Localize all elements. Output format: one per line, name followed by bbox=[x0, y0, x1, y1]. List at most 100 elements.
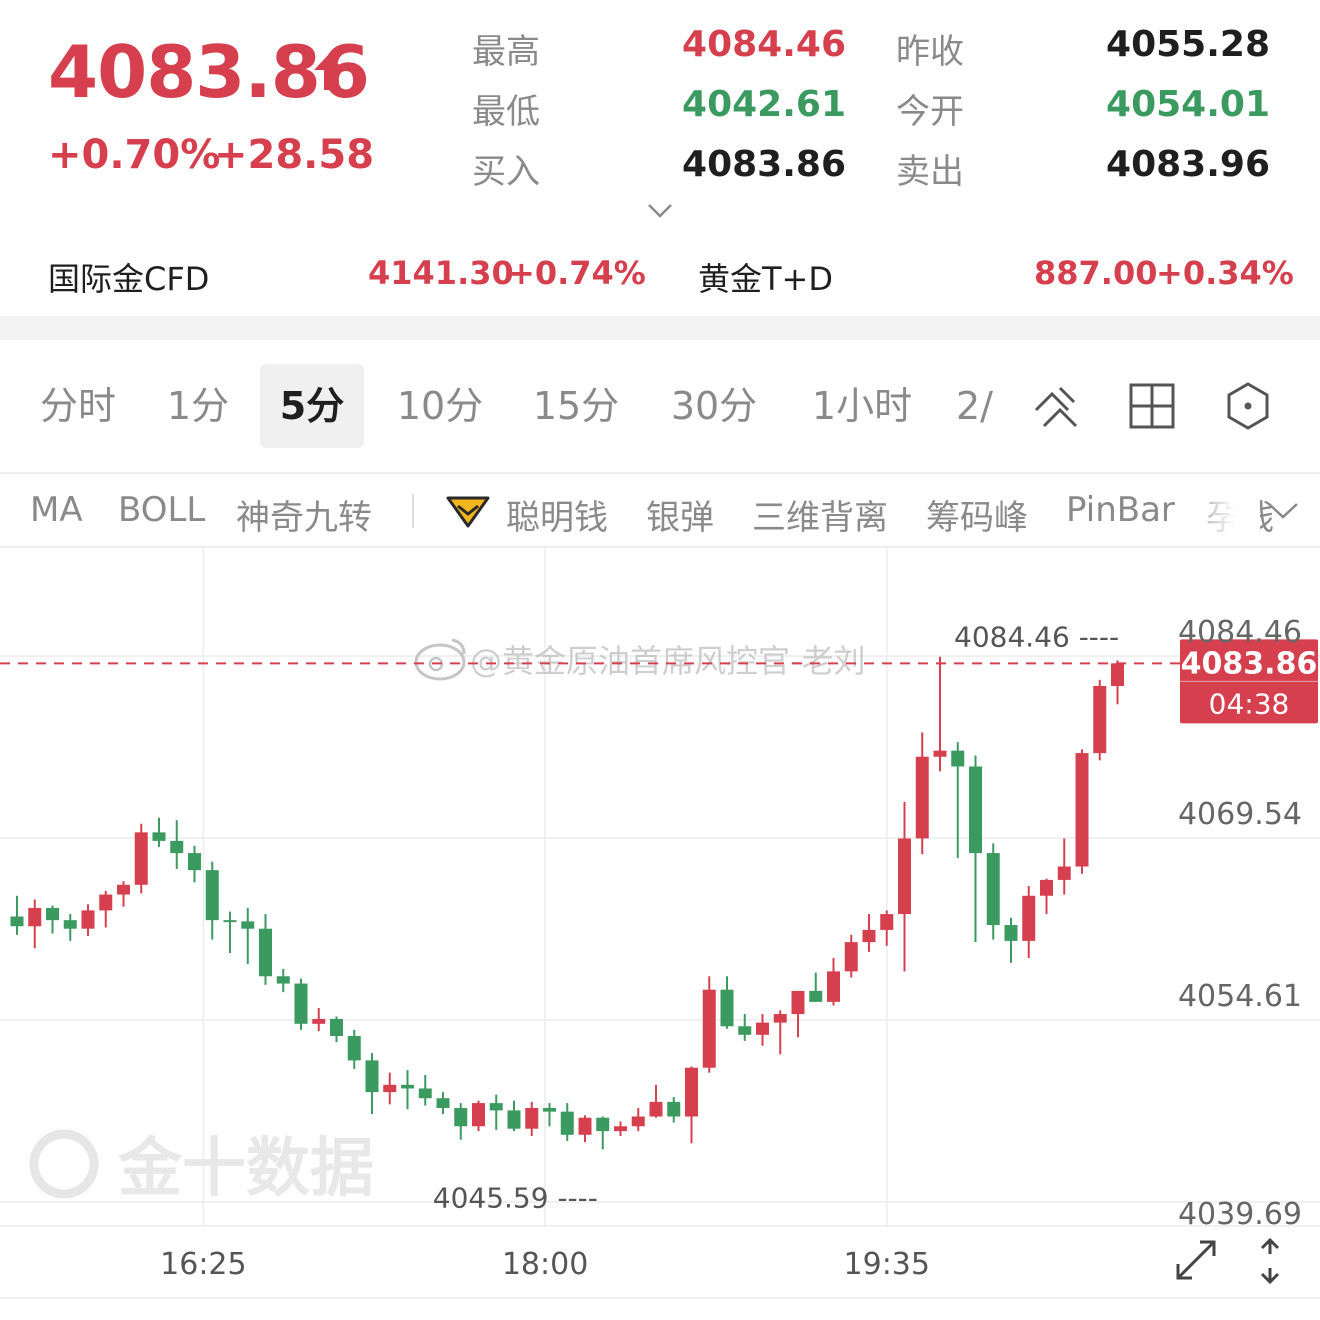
indicator-smart-money[interactable]: 聪明钱 bbox=[506, 490, 608, 539]
settings-hexagon-icon[interactable] bbox=[1222, 380, 1274, 432]
candles-layer bbox=[10, 656, 1124, 1150]
ref-price-cfd: 4141.30 bbox=[368, 254, 514, 292]
candle bbox=[223, 911, 237, 954]
watermarks: 金十数据 @黄金原油首席风控官-老刘 bbox=[29, 638, 866, 1206]
tab-5min[interactable]: 5分 bbox=[260, 364, 364, 448]
candle bbox=[880, 910, 894, 946]
candle-body bbox=[543, 1107, 556, 1112]
change-amount: +28.58 bbox=[214, 132, 375, 178]
fullscreen-icon[interactable] bbox=[1176, 1240, 1216, 1280]
candle-body bbox=[418, 1088, 432, 1099]
y-tick-label: 4039.69 bbox=[1178, 1197, 1302, 1232]
stat-value-ask: 4083.96 bbox=[1106, 144, 1270, 185]
candle-body bbox=[81, 910, 95, 929]
x-tick-label: 18:00 bbox=[502, 1247, 588, 1282]
candle bbox=[205, 861, 219, 940]
chart-svg[interactable]: 金十数据 @黄金原油首席风控官-老刘 4083.86 04:38 4084.46 -… bbox=[0, 546, 1320, 1320]
candle bbox=[1057, 838, 1071, 895]
indicator-fade bbox=[1180, 474, 1260, 546]
candle bbox=[933, 656, 947, 772]
indicator-ma[interactable]: MA bbox=[30, 490, 83, 530]
candle-body bbox=[507, 1110, 521, 1129]
candle-body bbox=[152, 832, 166, 841]
candle-body bbox=[294, 983, 308, 1024]
indicator-boll[interactable]: BOLL bbox=[118, 490, 205, 530]
candle bbox=[365, 1053, 379, 1115]
brand-logo-icon bbox=[29, 1129, 99, 1199]
candle-body bbox=[347, 1036, 361, 1061]
candle-body bbox=[986, 853, 1000, 926]
candlestick-chart[interactable]: 金十数据 @黄金原油首席风控官-老刘 4083.86 04:38 4084.46 -… bbox=[0, 546, 1320, 1320]
candle-body bbox=[259, 928, 272, 977]
quote-header: 4083.86 +0.70% +28.58 最高 4084.46 昨收 4055… bbox=[0, 0, 1320, 316]
tab-more[interactable]: 2/ bbox=[956, 364, 1016, 448]
indicator-expand-chevron-icon[interactable] bbox=[1266, 500, 1300, 522]
candle-body bbox=[862, 929, 876, 943]
diamond-vip-icon bbox=[446, 496, 490, 528]
indicator-divergence[interactable]: 三维背离 bbox=[752, 490, 888, 539]
draw-tool-icon[interactable] bbox=[1030, 380, 1082, 432]
candle-body bbox=[1093, 686, 1107, 754]
candle-body bbox=[489, 1103, 503, 1111]
candle-body bbox=[809, 990, 823, 1002]
candle bbox=[10, 895, 24, 935]
candle-body bbox=[436, 1098, 450, 1108]
low-annotation: 4045.59 ---- bbox=[433, 1181, 598, 1214]
indicator-silver-bullet[interactable]: 银弹 bbox=[646, 490, 714, 539]
candle bbox=[720, 976, 734, 1029]
tab-10min[interactable]: 10分 bbox=[390, 364, 490, 448]
candle bbox=[844, 934, 858, 978]
indicator-separator bbox=[412, 494, 414, 528]
candle bbox=[99, 890, 113, 928]
indicator-bar: MA BOLL 神奇九转 聪明钱 银弹 三维背离 筹码峰 PinBar 孕线 bbox=[0, 474, 1320, 546]
candle bbox=[667, 1096, 681, 1123]
candle bbox=[134, 823, 148, 894]
expand-chevron-icon[interactable] bbox=[646, 202, 674, 220]
candle bbox=[472, 1100, 485, 1132]
candle bbox=[862, 914, 876, 952]
candle bbox=[63, 914, 77, 941]
layout-grid-icon[interactable] bbox=[1126, 380, 1178, 432]
tab-15min[interactable]: 15分 bbox=[526, 364, 626, 448]
candle bbox=[915, 732, 929, 855]
candle bbox=[436, 1092, 450, 1115]
period-tabs: 分时 1分 5分 10分 15分 30分 1小时 2/ bbox=[0, 340, 1320, 472]
candle bbox=[702, 976, 716, 1073]
candle bbox=[259, 914, 272, 985]
candle-body bbox=[560, 1111, 574, 1135]
stat-label-low: 最低 bbox=[472, 92, 540, 132]
section-divider bbox=[0, 316, 1320, 340]
candle bbox=[1075, 749, 1089, 874]
ref-name-cfd[interactable]: 国际金CFD bbox=[48, 254, 209, 300]
candle bbox=[525, 1101, 539, 1137]
overlay-layer: 4083.86 04:38 4084.46 ---- 4045.59 ---- bbox=[0, 621, 1318, 1214]
vertical-scale-icon[interactable] bbox=[1260, 1237, 1280, 1285]
tab-1min[interactable]: 1分 bbox=[156, 364, 240, 448]
candle-body bbox=[312, 1018, 326, 1024]
tab-1hour[interactable]: 1小时 bbox=[804, 364, 920, 448]
candle-body bbox=[276, 976, 290, 984]
candle bbox=[809, 972, 823, 1002]
brand-watermark: 金十数据 bbox=[117, 1132, 374, 1206]
candle bbox=[631, 1107, 645, 1132]
indicator-td9[interactable]: 神奇九转 bbox=[236, 490, 372, 539]
candle bbox=[117, 881, 130, 907]
indicator-pinbar[interactable]: PinBar bbox=[1066, 490, 1175, 530]
candle bbox=[773, 1010, 787, 1055]
candle-body bbox=[614, 1126, 627, 1132]
stat-value-low: 4042.61 bbox=[682, 84, 846, 125]
candle bbox=[28, 899, 42, 949]
candle-body bbox=[738, 1026, 752, 1035]
candle-body bbox=[472, 1103, 485, 1127]
y-tick-label: 4084.46 bbox=[1178, 615, 1302, 650]
indicator-chip-peak[interactable]: 筹码峰 bbox=[926, 490, 1028, 539]
candle-body bbox=[827, 971, 840, 1002]
candle bbox=[969, 755, 982, 943]
stat-value-bid: 4083.86 bbox=[682, 144, 846, 185]
change-percent: +0.70% bbox=[48, 132, 221, 178]
candle-body bbox=[649, 1101, 663, 1117]
tab-30min[interactable]: 30分 bbox=[662, 364, 766, 448]
ref-name-td[interactable]: 黄金T+D bbox=[698, 254, 833, 300]
candle-body bbox=[99, 894, 113, 911]
tab-timeshare[interactable]: 分时 bbox=[30, 364, 126, 448]
